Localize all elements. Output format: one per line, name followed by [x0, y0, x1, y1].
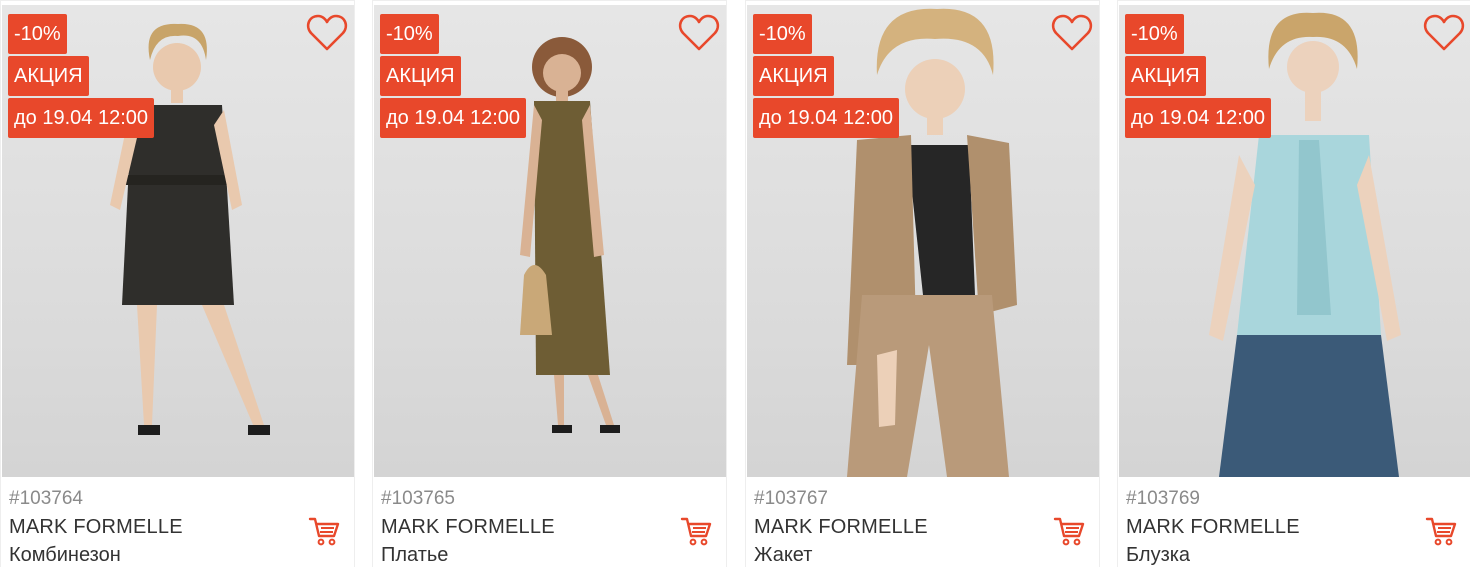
heart-icon[interactable] [678, 13, 720, 53]
discount-badge: -10% [753, 14, 812, 54]
product-brand[interactable]: MARK FORMELLE [9, 513, 309, 541]
promo-badge: АКЦИЯ [1125, 56, 1206, 96]
promo-badge: АКЦИЯ [753, 56, 834, 96]
product-brand[interactable]: MARK FORMELLE [381, 513, 681, 541]
cart-icon[interactable] [1425, 515, 1457, 547]
discount-badge: -10% [8, 14, 67, 54]
product-info: #103767 MARK FORMELLE Жакет [754, 485, 1054, 567]
discount-badge: -10% [1125, 14, 1184, 54]
promo-badge: АКЦИЯ [380, 56, 461, 96]
cart-icon[interactable] [308, 515, 340, 547]
product-sku: #103765 [381, 488, 455, 509]
promo-badge: АКЦИЯ [8, 56, 89, 96]
product-name[interactable]: Платье [381, 541, 681, 567]
product-sku: #103767 [754, 488, 828, 509]
deadline-badge: до 19.04 12:00 [1125, 98, 1272, 138]
deadline-badge: до 19.04 12:00 [380, 98, 527, 138]
deadline-badge: до 19.04 12:00 [753, 98, 900, 138]
product-sku: #103769 [1126, 488, 1200, 509]
product-name[interactable]: Жакет [754, 541, 1054, 567]
product-info: #103765 MARK FORMELLE Платье [381, 485, 681, 567]
product-name[interactable]: Комбинезон [9, 541, 309, 567]
product-card[interactable]: -10% АКЦИЯ до 19.04 12:00 #103767 MARK F… [745, 0, 1100, 567]
product-info: #103769 MARK FORMELLE Блузка [1126, 485, 1426, 567]
deadline-badge: до 19.04 12:00 [8, 98, 155, 138]
product-card[interactable]: -10% АКЦИЯ до 19.04 12:00 #103764 MARK F… [0, 0, 355, 567]
discount-badge: -10% [380, 14, 439, 54]
product-card[interactable]: -10% АКЦИЯ до 19.04 12:00 #103765 MARK F… [372, 0, 727, 567]
product-brand[interactable]: MARK FORMELLE [754, 513, 1054, 541]
product-info: #103764 MARK FORMELLE Комбинезон [9, 485, 309, 567]
product-name[interactable]: Блузка [1126, 541, 1426, 567]
cart-icon[interactable] [1053, 515, 1085, 547]
product-card[interactable]: -10% АКЦИЯ до 19.04 12:00 #103769 MARK F… [1117, 0, 1470, 567]
product-brand[interactable]: MARK FORMELLE [1126, 513, 1426, 541]
heart-icon[interactable] [1051, 13, 1093, 53]
product-sku: #103764 [9, 488, 83, 509]
heart-icon[interactable] [306, 13, 348, 53]
product-grid: -10% АКЦИЯ до 19.04 12:00 #103764 MARK F… [0, 0, 1470, 567]
cart-icon[interactable] [680, 515, 712, 547]
heart-icon[interactable] [1423, 13, 1465, 53]
